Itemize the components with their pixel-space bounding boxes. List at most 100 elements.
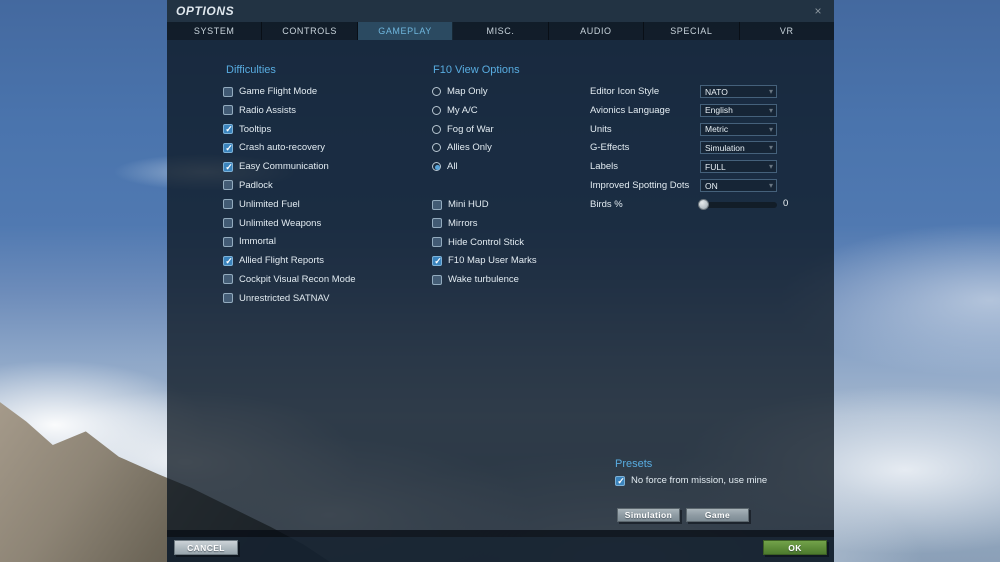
- checkbox[interactable]: ✓: [432, 275, 442, 285]
- difficulty-unrestricted-satnav[interactable]: ✓ Unrestricted SATNAV: [223, 292, 356, 305]
- f10-my-a-c[interactable]: My A/C: [432, 104, 494, 117]
- birds-slider-row: Birds % 0: [590, 198, 790, 211]
- dropdown-label: Editor Icon Style: [590, 86, 659, 97]
- difficulty-radio-assists[interactable]: ✓Radio Assists: [223, 104, 356, 117]
- slider-handle[interactable]: [698, 199, 709, 210]
- presets-heading: Presets: [615, 458, 652, 470]
- checkbox[interactable]: ✓: [432, 218, 442, 228]
- option-label: Allied Flight Reports: [239, 255, 324, 266]
- option-row: Avionics Language: [590, 104, 670, 117]
- checkbox-label: No force from mission, use mine: [631, 475, 767, 486]
- birds-slider[interactable]: [700, 202, 777, 208]
- dropdown-value: Metric: [705, 124, 769, 134]
- radio-button[interactable]: [432, 106, 441, 115]
- f10-fog-of-war[interactable]: Fog of War: [432, 123, 494, 136]
- checkbox[interactable]: ✓: [223, 105, 233, 115]
- option-label: Unlimited Weapons: [239, 218, 321, 229]
- checkbox[interactable]: ✓: [223, 274, 233, 284]
- view-hide-control-stick[interactable]: ✓Hide Control Stick: [432, 236, 537, 249]
- option-row: G-Effects: [590, 141, 629, 154]
- preset-game-button[interactable]: Game: [686, 508, 749, 522]
- units-dropdown[interactable]: Metric▾: [700, 123, 777, 136]
- f10-allies-only[interactable]: Allies Only: [432, 141, 494, 154]
- chevron-down-icon: ▾: [769, 106, 773, 115]
- tab-special[interactable]: SPECIAL: [644, 22, 739, 40]
- radio-button[interactable]: [432, 162, 441, 171]
- checkbox[interactable]: ✓: [432, 237, 442, 247]
- chevron-down-icon: ▾: [769, 181, 773, 190]
- checkbox[interactable]: ✓: [223, 256, 233, 266]
- options-dialog: OPTIONS × SYSTEM CONTROLS GAMEPLAY MISC.…: [167, 0, 834, 562]
- tab-vr[interactable]: VR: [740, 22, 834, 40]
- difficulty-cockpit-visual-recon-mode[interactable]: ✓ Cockpit Visual Recon Mode: [223, 273, 356, 286]
- radio-button[interactable]: [432, 87, 441, 96]
- dropdown-value: English: [705, 105, 769, 115]
- checkbox[interactable]: ✓: [223, 143, 233, 153]
- f10-view-checkbox-group: ✓ Mini HUD ✓Mirrors ✓Hide Control Stick ✓F10…: [432, 198, 537, 292]
- f10-map-only[interactable]: Map Only: [432, 85, 494, 98]
- view-f10-map-user-marks[interactable]: ✓F10 Map User Marks: [432, 254, 537, 267]
- difficulties-heading: Difficulties: [226, 64, 276, 76]
- view-wake-turbulence[interactable]: ✓Wake turbulence: [432, 273, 537, 286]
- option-label: My A/C: [447, 105, 478, 116]
- checkbox[interactable]: ✓: [432, 256, 442, 266]
- f10-view-radio-group: Map Only My A/C Fog of War Allies Only All: [432, 85, 494, 179]
- difficulty-crash-auto-recovery[interactable]: ✓ Crash auto-recovery: [223, 141, 356, 154]
- tab-misc[interactable]: MISC.: [453, 22, 548, 40]
- option-label: Mini HUD: [448, 199, 489, 210]
- labels-dropdown[interactable]: FULL▾: [700, 160, 777, 173]
- difficulty-padlock[interactable]: ✓Padlock: [223, 179, 356, 192]
- checkbox[interactable]: ✓: [223, 180, 233, 190]
- checkbox[interactable]: ✓: [223, 87, 233, 97]
- tab-audio[interactable]: AUDIO: [549, 22, 644, 40]
- checkbox[interactable]: ✓: [223, 293, 233, 303]
- checkbox[interactable]: ✓: [223, 237, 233, 247]
- checkbox[interactable]: ✓: [615, 476, 625, 486]
- dropdown-value: NATO: [705, 87, 769, 97]
- tab-controls[interactable]: CONTROLS: [262, 22, 357, 40]
- check-icon: ✓: [224, 142, 234, 152]
- preset-mission-option[interactable]: ✓ No force from mission, use mine: [615, 474, 767, 487]
- f10-all[interactable]: All: [432, 160, 494, 173]
- difficulty-tooltips[interactable]: ✓Tooltips: [223, 123, 356, 136]
- checkbox[interactable]: ✓: [223, 124, 233, 134]
- option-label: Easy Communication: [239, 161, 329, 172]
- radio-button[interactable]: [432, 143, 441, 152]
- difficulty-game-flight-mode[interactable]: ✓Game Flight Mode: [223, 85, 356, 98]
- checkbox[interactable]: ✓: [432, 200, 442, 210]
- option-label: Allies Only: [447, 142, 492, 153]
- option-label: Crash auto-recovery: [239, 142, 325, 153]
- tab-gameplay[interactable]: GAMEPLAY: [358, 22, 453, 40]
- avionics-language-dropdown[interactable]: English▾: [700, 104, 777, 117]
- difficulty-unlimited-fuel[interactable]: ✓Unlimited Fuel: [223, 198, 356, 211]
- option-row: Units: [590, 123, 612, 136]
- tab-system[interactable]: SYSTEM: [167, 22, 262, 40]
- preset-simulation-button[interactable]: Simulation: [617, 508, 680, 522]
- difficulty-easy-communication[interactable]: ✓ Easy Communication: [223, 160, 356, 173]
- dropdown-label: G-Effects: [590, 142, 629, 153]
- close-icon[interactable]: ×: [811, 4, 825, 18]
- chevron-down-icon: ▾: [769, 87, 773, 96]
- g-effects-dropdown[interactable]: Simulation▾: [700, 141, 777, 154]
- chevron-down-icon: ▾: [769, 162, 773, 171]
- difficulty-unlimited-weapons[interactable]: ✓ Unlimited Weapons: [223, 217, 356, 230]
- checkbox[interactable]: ✓: [223, 199, 233, 209]
- ok-button[interactable]: OK: [763, 540, 827, 555]
- difficulty-allied-flight-reports[interactable]: ✓ Allied Flight Reports: [223, 254, 356, 267]
- view-mini-hud[interactable]: ✓ Mini HUD: [432, 198, 537, 211]
- checkbox[interactable]: ✓: [223, 162, 233, 172]
- difficulty-immortal[interactable]: ✓Immortal: [223, 235, 356, 248]
- option-label: Unrestricted SATNAV: [239, 293, 329, 304]
- improved-spotting-dots-dropdown[interactable]: ON▾: [700, 179, 777, 192]
- difficulties-list: ✓Game Flight Mode ✓Radio Assists ✓Tooltips…: [223, 85, 356, 311]
- chevron-down-icon: ▾: [769, 143, 773, 152]
- dropdown-label: Avionics Language: [590, 105, 670, 116]
- view-mirrors[interactable]: ✓Mirrors: [432, 217, 537, 230]
- checkbox[interactable]: ✓: [223, 218, 233, 228]
- check-icon: ✓: [224, 123, 234, 133]
- editor-icon-style-dropdown[interactable]: NATO▾: [700, 85, 777, 98]
- cancel-button[interactable]: CANCEL: [174, 540, 238, 555]
- option-label: All: [447, 161, 458, 172]
- option-label: Cockpit Visual Recon Mode: [239, 274, 356, 285]
- radio-button[interactable]: [432, 125, 441, 134]
